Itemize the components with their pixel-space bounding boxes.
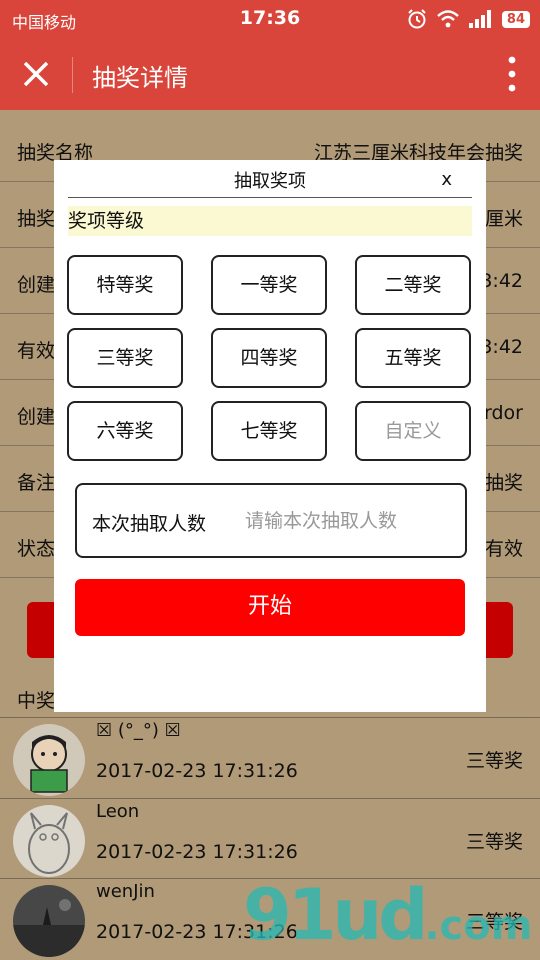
wifi-icon: [437, 10, 459, 28]
draw-count-input[interactable]: [245, 503, 455, 539]
battery-level: 84: [501, 10, 530, 28]
prize-option-fourth[interactable]: 四等奖: [211, 328, 327, 388]
prize-option-sixth[interactable]: 六等奖: [67, 401, 183, 461]
prize-option-special[interactable]: 特等奖: [67, 255, 183, 315]
start-button[interactable]: 开始: [75, 579, 465, 636]
prize-option-fifth[interactable]: 五等奖: [355, 328, 471, 388]
prize-option-second[interactable]: 二等奖: [355, 255, 471, 315]
prize-option-seventh[interactable]: 七等奖: [211, 401, 327, 461]
prize-option-first[interactable]: 一等奖: [211, 255, 327, 315]
dialog-divider: [68, 197, 472, 198]
prize-select-dialog: 抽取奖项 x 奖项等级 特等奖 一等奖 二等奖 三等奖 四等奖 五等奖 六等奖 …: [54, 160, 486, 712]
dialog-title: 抽取奖项: [234, 171, 306, 192]
status-icons: 84: [406, 8, 530, 30]
draw-count-field: 本次抽取人数: [75, 483, 467, 558]
title-bar: 抽奖详情: [0, 38, 540, 110]
title-divider: [72, 57, 73, 93]
status-bar: 中国移动 17:36 84: [0, 0, 540, 38]
page-title: 抽奖详情: [92, 64, 188, 92]
signal-icon: [468, 10, 491, 28]
alarm-icon: [408, 9, 426, 29]
draw-count-label: 本次抽取人数: [92, 513, 207, 535]
close-icon[interactable]: [20, 58, 52, 90]
prize-option-third[interactable]: 三等奖: [67, 328, 183, 388]
dialog-close-button[interactable]: x: [441, 169, 452, 190]
more-options-icon[interactable]: [508, 56, 516, 92]
prize-level-label: 奖项等级: [68, 206, 472, 236]
prize-option-custom[interactable]: 自定义: [355, 401, 471, 461]
